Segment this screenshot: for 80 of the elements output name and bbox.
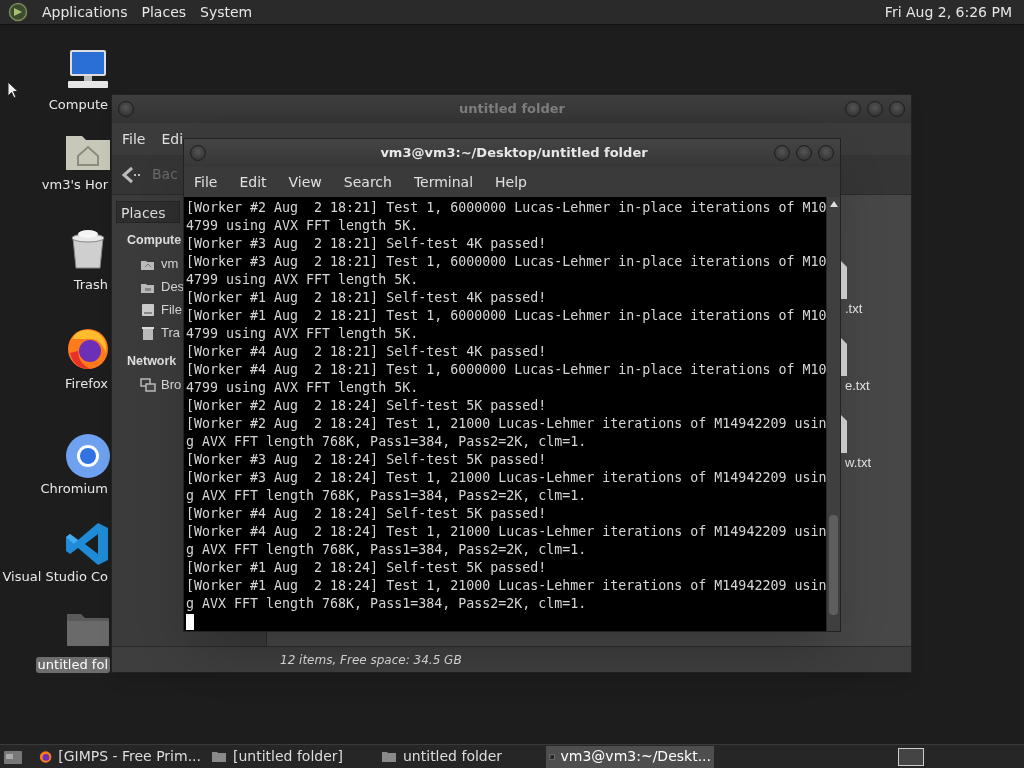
menu-item[interactable]: File xyxy=(122,128,146,150)
desktop-icon-label[interactable]: Chromium xyxy=(38,481,110,497)
drive-icon xyxy=(140,301,156,318)
terminal-line: [Worker #4 Aug 2 18:21] Self-test 4K passed! xyxy=(186,343,548,361)
terminal-line: 4799 using AVX FFT length 5K. xyxy=(186,379,420,397)
window-menu-button[interactable] xyxy=(190,145,206,161)
terminal-line: 4799 using AVX FFT length 5K. xyxy=(186,271,420,289)
file-name[interactable]: w.txt xyxy=(845,455,871,471)
taskbar-button[interactable]: [GIMPS - Free Prim... xyxy=(36,745,204,768)
window-title: untitled folder xyxy=(457,100,567,119)
maximize-button[interactable] xyxy=(867,101,883,117)
desktop-icon-label[interactable]: untitled fol xyxy=(35,657,110,673)
scrollbar[interactable] xyxy=(826,197,840,631)
sidebar-item[interactable]: Tra xyxy=(161,324,181,341)
desktop-icon-label[interactable]: Compute xyxy=(46,97,110,113)
scroll-up-arrow-icon xyxy=(830,201,838,207)
terminal-line: [Worker #2 Aug 2 18:24] Self-test 5K passed! xyxy=(186,397,548,415)
sidebar-item[interactable]: Bro xyxy=(161,376,182,393)
sidebar-item[interactable]: Des xyxy=(161,278,185,295)
terminal-line: [Worker #3 Aug 2 18:24] Self-test 5K passed! xyxy=(186,451,548,469)
menu-item[interactable]: Edit xyxy=(239,171,267,193)
mouse-pointer-icon xyxy=(7,81,19,99)
terminal-line: [Worker #1 Aug 2 18:24] Test 1, 21000 Lucas-Lehmer iterations of M14942209 usin xyxy=(186,577,826,595)
terminal-line: [Worker #4 Aug 2 18:21] Test 1, 6000000 Lucas-Lehmer in-place iterations of M10 xyxy=(186,361,826,379)
minimize-button[interactable] xyxy=(845,101,861,117)
taskbar-button[interactable]: vm3@vm3:~/Deskt... xyxy=(546,745,714,768)
desktop-icon-label[interactable]: Visual Studio Co xyxy=(0,569,110,585)
terminal-line: g AVX FFT length 768K, Pass1=384, Pass2=2K, clm=1. xyxy=(186,487,588,505)
sidebar-item[interactable]: File xyxy=(161,301,182,318)
terminal-line: [Worker #2 Aug 2 18:21] Test 1, 6000000 Lucas-Lehmer in-place iterations of M10 xyxy=(186,199,826,217)
terminal-line: 4799 using AVX FFT length 5K. xyxy=(186,325,420,343)
workspace-switcher[interactable] xyxy=(898,747,924,766)
firefox-icon xyxy=(39,748,53,765)
terminal-line: [Worker #3 Aug 2 18:24] Test 1, 21000 Lucas-Lehmer iterations of M14942209 usin xyxy=(186,469,826,487)
terminal-line: g AVX FFT length 768K, Pass1=384, Pass2=2K, clm=1. xyxy=(186,541,588,559)
terminal-line: [Worker #3 Aug 2 18:21] Test 1, 6000000 Lucas-Lehmer in-place iterations of M10 xyxy=(186,253,826,271)
taskbar-button[interactable]: untitled folder xyxy=(378,745,542,768)
maximize-button[interactable] xyxy=(796,145,812,161)
taskbar-button[interactable]: [untitled folder] xyxy=(208,745,374,768)
minimize-button[interactable] xyxy=(774,145,790,161)
terminal-line: [Worker #1 Aug 2 18:24] Self-test 5K passed! xyxy=(186,559,548,577)
terminal-line: [Worker #4 Aug 2 18:24] Test 1, 21000 Lucas-Lehmer iterations of M14942209 usin xyxy=(186,523,826,541)
menu-item[interactable]: View xyxy=(288,171,322,193)
panel-menu[interactable]: Applications xyxy=(42,1,128,23)
terminal-line: [Worker #2 Aug 2 18:24] Test 1, 21000 Lucas-Lehmer iterations of M14942209 usin xyxy=(186,415,826,433)
sidebar-header: Compute xyxy=(127,232,182,249)
window-title: vm3@vm3:~/Desktop/untitled folder xyxy=(379,144,649,163)
terminal-line: [Worker #4 Aug 2 18:24] Self-test 5K passed! xyxy=(186,505,548,523)
text-cursor xyxy=(186,614,194,630)
scrollbar-thumb[interactable] xyxy=(829,515,838,615)
window-menu-button[interactable] xyxy=(118,101,134,117)
close-button[interactable] xyxy=(818,145,834,161)
terminal-line: g AVX FFT length 768K, Pass1=384, Pass2=2K, clm=1. xyxy=(186,595,588,613)
close-button[interactable] xyxy=(889,101,905,117)
menu-item[interactable]: Help xyxy=(495,171,527,193)
sidebar-item[interactable]: vm xyxy=(161,255,179,272)
menu-item[interactable]: File xyxy=(194,171,218,193)
sidebar-header: Network xyxy=(127,353,177,370)
terminal-line: g AVX FFT length 768K, Pass1=384, Pass2=2K, clm=1. xyxy=(186,433,588,451)
menu-item[interactable]: Search xyxy=(343,171,392,193)
terminal-line: [Worker #1 Aug 2 18:21] Self-test 4K passed! xyxy=(186,289,548,307)
desktop-icon-label[interactable]: Firefox xyxy=(62,376,110,392)
network-icon xyxy=(140,376,156,393)
places-dropdown[interactable]: Places xyxy=(116,201,180,223)
trash-icon xyxy=(140,324,156,341)
terminal-line: [Worker #1 Aug 2 18:21] Test 1, 6000000 Lucas-Lehmer in-place iterations of M10 xyxy=(186,307,826,325)
menu-item[interactable]: Edi xyxy=(161,128,184,150)
panel-menu[interactable]: Places xyxy=(141,1,187,23)
chromium-icon[interactable] xyxy=(64,432,112,480)
desktop-icon-label[interactable]: Trash xyxy=(71,277,110,293)
menu-item[interactable]: Terminal xyxy=(413,171,474,193)
system-logo-icon xyxy=(8,2,28,22)
panel-menu[interactable]: System xyxy=(200,1,253,23)
status-bar: 12 items, Free space: 34.5 GB xyxy=(112,646,911,672)
terminal-line: 4799 using AVX FFT length 5K. xyxy=(186,217,420,235)
file-name[interactable]: .txt xyxy=(845,301,863,317)
desktop-icon-label[interactable]: vm3's Hor xyxy=(39,177,110,193)
file-name[interactable]: e.txt xyxy=(845,378,870,394)
terminal-line: [Worker #3 Aug 2 18:21] Self-test 4K passed! xyxy=(186,235,548,253)
clock[interactable]: Fri Aug 2, 6:26 PM xyxy=(884,1,1016,23)
